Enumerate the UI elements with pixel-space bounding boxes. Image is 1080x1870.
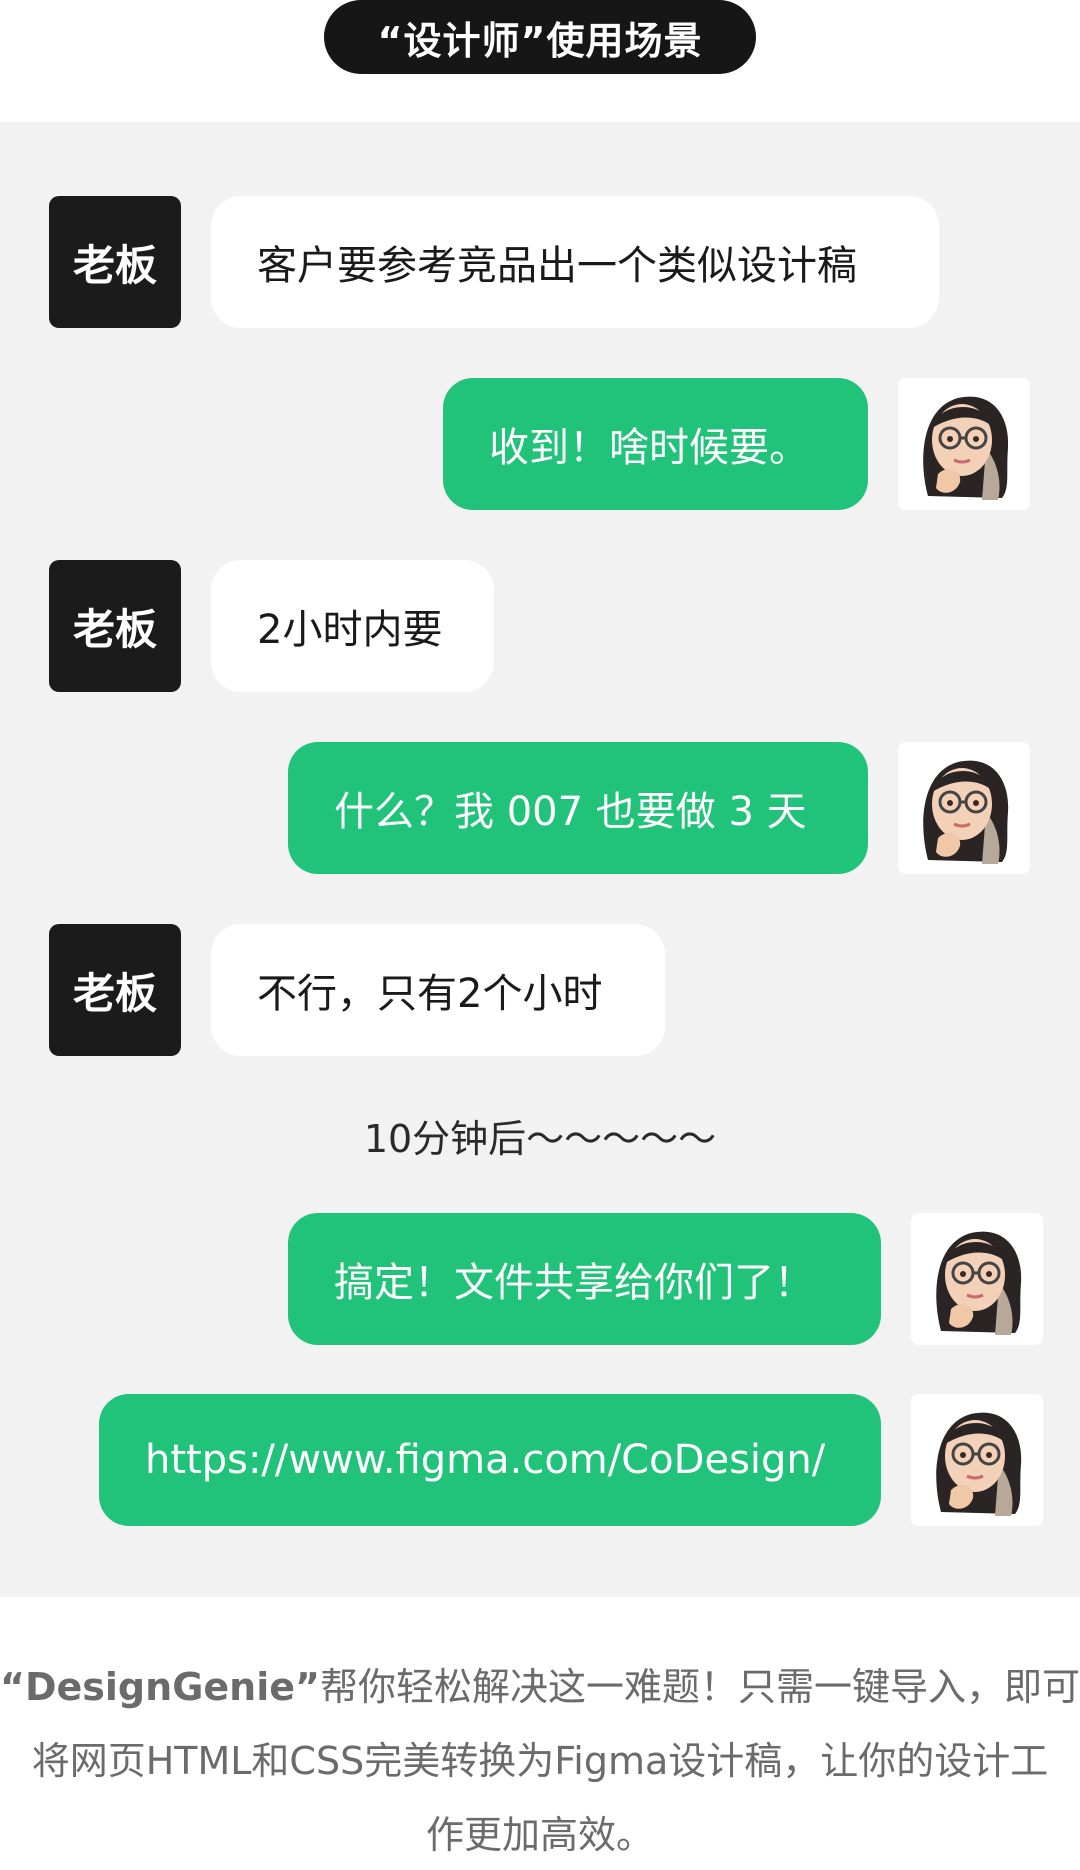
memoji-avatar-icon (911, 1394, 1043, 1526)
boss-avatar-label: 老板 (72, 968, 157, 1018)
description-line-3: 作更加高效。 (425, 1813, 654, 1857)
memoji-avatar-icon (898, 742, 1030, 874)
message-text: 收到！啥时候要。 (489, 425, 809, 471)
message-bubble-boss: 客户要参考竞品出一个类似设计稿 (211, 196, 939, 328)
boss-avatar: 老板 (49, 560, 181, 692)
message-text: 搞定！文件共享给你们了！ (334, 1260, 814, 1306)
message-text: 什么？我 007 也要做 3 天 (334, 789, 807, 835)
page: “设计师”使用场景 老板 客户要参考竞品出一个类似设计稿 收到！啥时候要。 老板… (0, 0, 1080, 1870)
memoji-avatar-icon (911, 1213, 1043, 1345)
memoji-avatar-icon (898, 378, 1030, 510)
message-bubble-me: 搞定！文件共享给你们了！ (288, 1213, 881, 1345)
description-line-2: 将网页HTML和CSS完美转换为Figma设计稿，让你的设计工 (31, 1739, 1049, 1783)
boss-avatar: 老板 (49, 924, 181, 1056)
description-line-1-rest: 帮你轻松解决这一难题！只需一键导入，即可 (319, 1665, 1080, 1709)
brand-name: “DesignGenie” (0, 1665, 320, 1709)
time-divider: 10分钟后～～～～～ (363, 1117, 717, 1161)
message-text: 不行，只有2个小时 (257, 971, 603, 1017)
user-avatar (898, 742, 1030, 874)
message-bubble-boss: 不行，只有2个小时 (211, 924, 665, 1056)
user-avatar (898, 378, 1030, 510)
message-bubble-boss: 2小时内要 (211, 560, 494, 692)
message-bubble-me-link[interactable]: https://www.figma.com/CoDesign/ (99, 1394, 881, 1526)
product-description: “DesignGenie”帮你轻松解决这一难题！只需一键导入，即可 将网页HTM… (0, 1650, 1080, 1870)
boss-avatar-label: 老板 (72, 240, 157, 290)
scene-title: “设计师”使用场景 (377, 18, 703, 63)
description-line-1: “DesignGenie”帮你轻松解决这一难题！只需一键导入，即可 (0, 1650, 1080, 1724)
message-text: 2小时内要 (257, 607, 443, 653)
chat-area: 老板 客户要参考竞品出一个类似设计稿 收到！啥时候要。 老板 2小时内要 什么？… (0, 122, 1080, 1597)
boss-avatar-label: 老板 (72, 604, 157, 654)
user-avatar (911, 1213, 1043, 1345)
message-bubble-me: 什么？我 007 也要做 3 天 (288, 742, 868, 874)
message-text: 客户要参考竞品出一个类似设计稿 (257, 243, 857, 289)
boss-avatar: 老板 (49, 196, 181, 328)
message-bubble-me: 收到！啥时候要。 (443, 378, 868, 510)
scene-title-pill: “设计师”使用场景 (324, 0, 756, 74)
shared-link-text[interactable]: https://www.figma.com/CoDesign/ (145, 1437, 825, 1483)
user-avatar (911, 1394, 1043, 1526)
